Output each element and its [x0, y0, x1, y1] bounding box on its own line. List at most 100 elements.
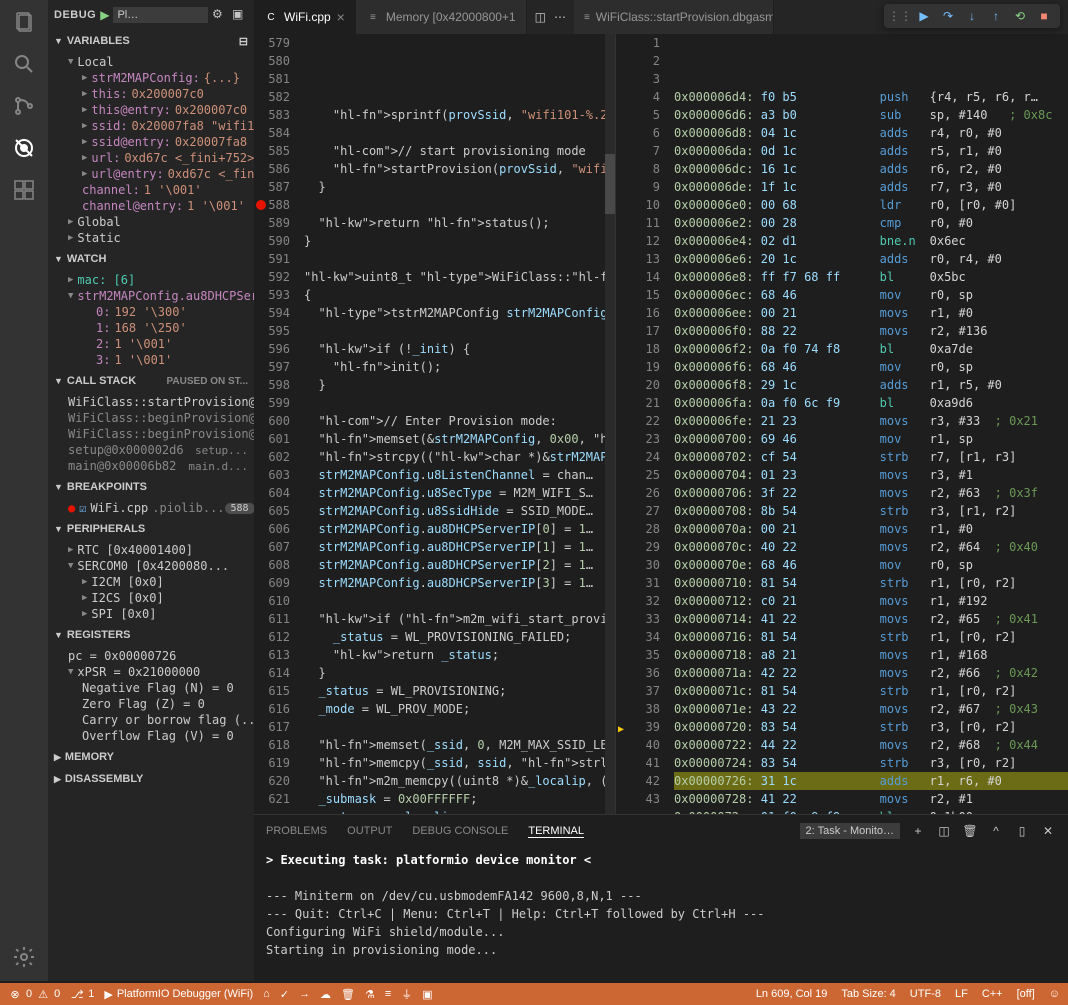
variable-row[interactable]: ▶this: 0x200007c0 [48, 86, 254, 102]
editor-tab[interactable]: ≡Memory [0x42000800+1 [356, 0, 527, 34]
register-flag[interactable]: Overflow Flag (V) = 0 [48, 728, 254, 744]
split-editor-icon[interactable]: ◫ [535, 10, 546, 24]
status-home-icon[interactable]: ⌂ [263, 988, 270, 1000]
explorer-icon[interactable] [12, 10, 36, 34]
status-clean-icon[interactable]: ☁ [320, 988, 331, 1001]
terminal-select[interactable]: 2: Task - Monito… [800, 823, 900, 839]
variable-row[interactable]: ▶url: 0xd67c <_fini+752>... [48, 150, 254, 166]
more-actions-icon[interactable]: ⋯ [554, 10, 566, 24]
grip-icon[interactable]: ⋮⋮ [892, 8, 908, 24]
panel-tab[interactable]: OUTPUT [347, 825, 392, 838]
status-feedback-icon[interactable]: ☺ [1049, 988, 1060, 1000]
peripheral-item[interactable]: ▼SERCOM0 [0x4200080... [48, 558, 254, 574]
variable-row[interactable]: channel: 1 '\001' [48, 182, 254, 198]
registers-header[interactable]: ▼REGISTERS [48, 624, 254, 646]
stop-icon[interactable]: ■ [1036, 8, 1052, 24]
status-debugger[interactable]: ▶ PlatformIO Debugger (WiFi) [104, 988, 253, 1001]
code-lines[interactable]: "hl-fn">sprintf(provSsid, "wifi101-%.2X%… [304, 106, 615, 814]
move-panel-icon[interactable]: ▯ [1014, 823, 1030, 839]
start-debug-icon[interactable]: ▶ [100, 8, 109, 22]
editor-tab[interactable]: CWiFi.cpp× [254, 0, 356, 34]
editor-tab[interactable]: ≡WiFiClass::startProvision.dbgasm [574, 0, 774, 34]
variable-row[interactable]: ▶this@entry: 0x200007c0 <... [48, 102, 254, 118]
status-lncol[interactable]: Ln 609, Col 19 [756, 988, 828, 1000]
callstack-frame[interactable]: WiFiClass::startProvision@ [48, 394, 254, 410]
status-errors[interactable]: ⊗0⚠0 [8, 987, 60, 1001]
minimap[interactable] [605, 34, 615, 814]
status-upload-icon[interactable]: → [299, 988, 310, 1000]
split-terminal-icon[interactable]: ◫ [936, 823, 952, 839]
memory-header[interactable]: ▶MEMORY [48, 746, 254, 768]
scope-static[interactable]: ▶Static [48, 230, 254, 246]
watch-child[interactable]: 2: 1 '\001' [48, 336, 254, 352]
collapse-all-icon[interactable]: ⊟ [239, 35, 248, 48]
register-flag[interactable]: Negative Flag (N) = 0 [48, 680, 254, 696]
new-terminal-icon[interactable]: + [910, 823, 926, 839]
watch-header[interactable]: ▼WATCH [48, 248, 254, 270]
register-item[interactable]: pc = 0x00000726 [48, 648, 254, 664]
register-flag[interactable]: Carry or borrow flag (... [48, 712, 254, 728]
step-over-icon[interactable]: ↷ [940, 8, 956, 24]
breakpoint-item[interactable]: ●☑WiFi.cpp.piolib...588 [48, 500, 254, 516]
status-tasks-icon[interactable]: ≡ [385, 988, 391, 1000]
variables-header[interactable]: ▼VARIABLES⊟ [48, 30, 254, 52]
status-eol[interactable]: LF [955, 988, 968, 1000]
status-tabsize[interactable]: Tab Size: 4 [841, 988, 895, 1000]
source-control-icon[interactable] [12, 94, 36, 118]
variable-row[interactable]: ▶strM2MAPConfig: {...} [48, 70, 254, 86]
close-tab-icon[interactable]: × [337, 9, 345, 25]
status-trash-icon[interactable]: 🗑 [341, 988, 355, 1001]
callstack-frame[interactable]: main@0x00006b82main.d... [48, 458, 254, 474]
close-panel-icon[interactable]: ✕ [1040, 823, 1056, 839]
debug-console-icon[interactable]: ▣ [232, 7, 248, 23]
variable-row[interactable]: ▶ssid@entry: 0x20007fa8 ... [48, 134, 254, 150]
scope-local[interactable]: ▼Local [48, 54, 254, 70]
callstack-frame[interactable]: WiFiClass::beginProvision@ [48, 426, 254, 442]
step-into-icon[interactable]: ↓ [964, 8, 980, 24]
watch-child[interactable]: 1: 168 '\250' [48, 320, 254, 336]
register-item[interactable]: ▼xPSR = 0x21000000 [48, 664, 254, 680]
status-lang[interactable]: C++ [982, 988, 1003, 1000]
variable-row[interactable]: channel@entry: 1 '\001' [48, 198, 254, 214]
peripheral-child[interactable]: ▶SPI [0x0] [48, 606, 254, 622]
callstack-frame[interactable]: WiFiClass::beginProvision@ [48, 410, 254, 426]
step-out-icon[interactable]: ↑ [988, 8, 1004, 24]
variable-row[interactable]: ▶url@entry: 0xd67c <_fin... [48, 166, 254, 182]
watch-child[interactable]: 3: 1 '\001' [48, 352, 254, 368]
peripheral-child[interactable]: ▶I2CS [0x0] [48, 590, 254, 606]
variable-row[interactable]: ▶ssid: 0x20007fa8 "wifi1... [48, 118, 254, 134]
search-icon[interactable] [12, 52, 36, 76]
status-terminal-icon[interactable]: ▣ [422, 988, 432, 1001]
maximize-panel-icon[interactable]: ^ [988, 823, 1004, 839]
panel-tab[interactable]: TERMINAL [528, 825, 584, 838]
kill-terminal-icon[interactable]: 🗑 [962, 823, 978, 839]
restart-icon[interactable]: ⟲ [1012, 8, 1028, 24]
watch-item[interactable]: ▼strM2MAPConfig.au8DHCPSer... [48, 288, 254, 304]
scope-global[interactable]: ▶Global [48, 214, 254, 230]
watch-item[interactable]: ▶mac: [6] [48, 272, 254, 288]
extensions-icon[interactable] [12, 178, 36, 202]
register-flag[interactable]: Zero Flag (Z) = 0 [48, 696, 254, 712]
gear-icon[interactable]: ⚙ [212, 7, 228, 23]
watch-child[interactable]: 0: 192 '\300' [48, 304, 254, 320]
panel-tab[interactable]: DEBUG CONSOLE [412, 825, 508, 838]
status-test-icon[interactable]: ⚗ [365, 988, 375, 1001]
panel-tab[interactable]: PROBLEMS [266, 825, 327, 838]
disassembly-header[interactable]: ▶DISASSEMBLY [48, 768, 254, 790]
status-serial-icon[interactable]: ⏚ [401, 986, 412, 1002]
status-branch[interactable]: ⎇1 [70, 987, 94, 1001]
terminal[interactable]: > Executing task: platformio device moni… [254, 847, 1068, 981]
peripherals-header[interactable]: ▼PERIPHERALS [48, 518, 254, 540]
callstack-header[interactable]: ▼CALL STACKPAUSED ON ST... [48, 370, 254, 392]
peripheral-item[interactable]: ▶RTC [0x40001400] [48, 542, 254, 558]
debug-config-select[interactable]: Pl… [113, 7, 208, 23]
breakpoints-header[interactable]: ▼BREAKPOINTS [48, 476, 254, 498]
status-encoding[interactable]: UTF-8 [910, 988, 941, 1000]
continue-icon[interactable]: ▶ [916, 8, 932, 24]
breakpoint-dot[interactable] [256, 200, 266, 210]
callstack-frame[interactable]: setup@0x000002d6setup... [48, 442, 254, 458]
status-build-icon[interactable]: ✓ [280, 988, 289, 1001]
disasm-lines[interactable]: 0x000006d4: f0 b5 push{r4, r5, r6, r…0x0… [674, 88, 1068, 814]
settings-gear-icon[interactable] [12, 945, 36, 969]
peripheral-child[interactable]: ▶I2CM [0x0] [48, 574, 254, 590]
